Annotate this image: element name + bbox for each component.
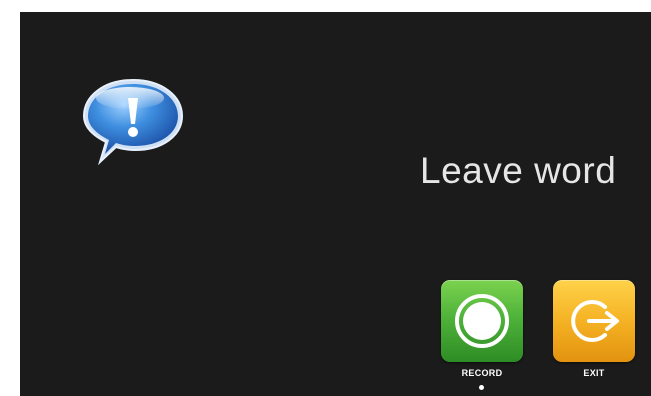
exit-button[interactable]: [553, 280, 635, 362]
exit-arrow-icon: [571, 300, 619, 342]
record-circle-icon: [455, 294, 509, 348]
leave-word-screen: Leave word RECORD EXIT: [20, 12, 651, 396]
exit-button-label: EXIT: [583, 368, 605, 378]
record-button[interactable]: [441, 280, 523, 362]
record-button-label: RECORD: [461, 368, 503, 378]
page-title: Leave word: [420, 150, 617, 191]
selection-indicator: [479, 385, 484, 390]
speech-bubble-exclamation-icon: [78, 74, 188, 170]
